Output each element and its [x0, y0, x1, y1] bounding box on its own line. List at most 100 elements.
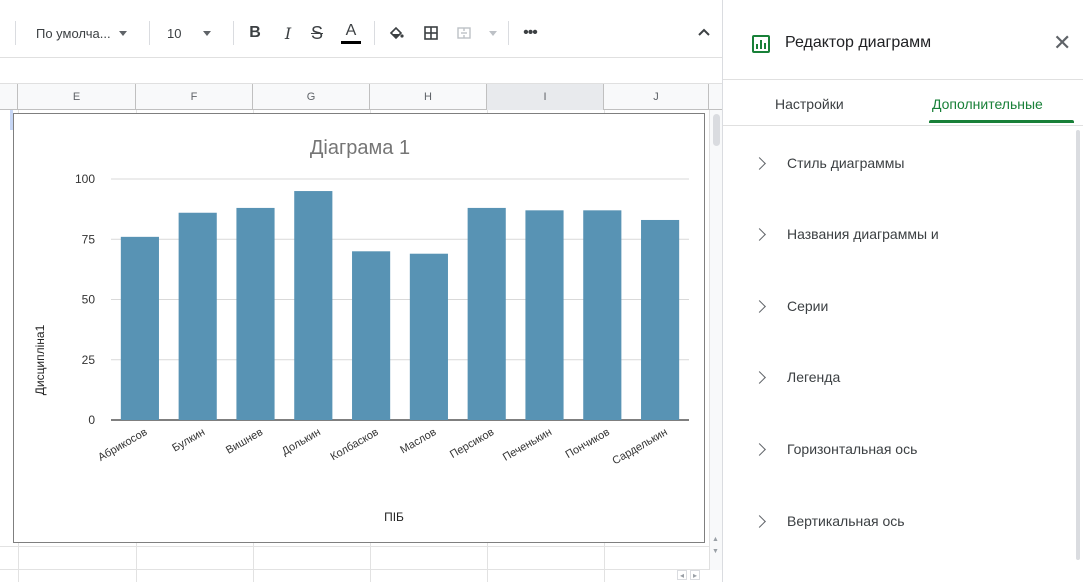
section-label: Горизонтальная ось — [787, 441, 918, 457]
bar-chart: Діаграма 1 Дисципліна1 ПІБ 0 25 50 75 100 Аб… — [33, 137, 689, 524]
chevron-right-icon — [753, 227, 766, 241]
y-tick-label: 25 — [82, 353, 96, 367]
active-tab-indicator — [929, 120, 1074, 123]
collapse-toolbar-button[interactable] — [693, 21, 715, 45]
horizontal-scrollbar[interactable]: ◂ ▸ — [673, 570, 722, 582]
text-color-button[interactable]: A — [340, 21, 362, 45]
x-axis-ticks: Абрикосов Булкин Вишнев Долькин Колбасков Мас… — [96, 426, 669, 467]
bar[interactable] — [294, 191, 333, 420]
text-color-swatch — [341, 41, 361, 44]
section-legend[interactable]: Легенда — [723, 347, 1078, 407]
close-icon[interactable]: ✕ — [1053, 32, 1071, 54]
font-family-value: По умолча... — [36, 25, 111, 41]
chevron-right-icon — [753, 514, 766, 528]
chevron-right-icon — [753, 299, 766, 313]
formula-bar[interactable] — [0, 58, 722, 84]
tab-settings[interactable]: Настройки — [775, 96, 844, 112]
bar[interactable] — [409, 253, 448, 420]
merge-cells-icon — [457, 27, 471, 39]
paint-bucket-icon — [389, 26, 404, 40]
scroll-left-icon[interactable]: ◂ — [677, 570, 687, 580]
toolbar-divider — [508, 21, 509, 45]
scroll-right-icon[interactable]: ▸ — [690, 570, 700, 580]
column-header-g[interactable]: G — [253, 84, 370, 110]
font-family-select[interactable]: По умолча... — [36, 22, 140, 44]
bold-button[interactable]: B — [244, 21, 266, 45]
column-header-j[interactable]: J — [604, 84, 709, 110]
section-chart-style[interactable]: Стиль диаграммы — [723, 133, 1078, 193]
section-vertical-axis[interactable]: Вертикальная ось — [723, 491, 1078, 551]
x-tick-label: Колбасков — [328, 426, 380, 463]
borders-button[interactable] — [420, 21, 442, 45]
toolbar: По умолча... 10 B I S A ••• — [0, 0, 722, 58]
x-tick-label: Печенькин — [501, 426, 554, 464]
grid-line — [0, 569, 709, 570]
column-header-i[interactable]: I — [487, 84, 604, 110]
toolbar-divider — [233, 21, 234, 45]
column-header-e[interactable]: E — [18, 84, 136, 110]
chevron-right-icon — [753, 370, 766, 384]
x-axis-title[interactable]: ПІБ — [384, 510, 404, 524]
bar[interactable] — [236, 207, 275, 420]
y-tick-label: 50 — [82, 293, 96, 307]
fill-color-button[interactable] — [385, 21, 407, 45]
section-label: Серии — [787, 298, 829, 314]
column-header-h[interactable]: H — [370, 84, 487, 110]
italic-button[interactable]: I — [277, 21, 299, 45]
y-tick-label: 75 — [82, 232, 96, 246]
chart[interactable]: Діаграма 1 Дисципліна1 ПІБ 0 25 50 75 100 Аб… — [13, 113, 705, 543]
scroll-up-icon[interactable]: ▲ — [712, 536, 719, 543]
panel-scrollbar[interactable] — [1076, 130, 1080, 560]
row-header-strip — [0, 110, 14, 582]
x-tick-label: Булкин — [170, 426, 207, 454]
vertical-scrollbar[interactable]: ▲ ▼ — [709, 110, 722, 570]
bar[interactable] — [352, 251, 391, 420]
section-horizontal-axis[interactable]: Горизонтальная ось — [723, 419, 1078, 479]
bar[interactable] — [583, 210, 622, 420]
scroll-down-icon[interactable]: ▼ — [712, 548, 719, 555]
y-axis-title[interactable]: Дисципліна1 — [33, 324, 47, 395]
toolbar-divider — [15, 21, 16, 45]
chevron-down-icon — [203, 30, 212, 36]
x-tick-label: Маслов — [398, 426, 438, 456]
scrollbar-thumb[interactable] — [713, 114, 720, 146]
column-header-f[interactable]: F — [136, 84, 253, 110]
font-size-select[interactable]: 10 — [167, 22, 227, 44]
chevron-down-icon — [118, 30, 127, 36]
section-label: Названия диаграммы и — [787, 226, 939, 242]
section-label: Стиль диаграммы — [787, 155, 905, 171]
borders-icon — [424, 26, 438, 40]
tab-customize[interactable]: Дополнительные — [932, 96, 1043, 112]
row-header-corner[interactable] — [0, 84, 18, 110]
strikethrough-button[interactable]: S — [306, 21, 328, 45]
merge-cells-button[interactable] — [453, 21, 475, 45]
chart-bars — [120, 191, 680, 420]
section-chart-titles[interactable]: Названия диаграммы и — [723, 204, 1078, 264]
x-tick-label: Вишнев — [224, 426, 265, 457]
panel-title: Редактор диаграмм — [785, 34, 932, 51]
bar[interactable] — [467, 207, 506, 420]
x-tick-label: Долькин — [280, 426, 323, 458]
x-tick-label: Персиков — [448, 426, 496, 461]
customize-sections: Стиль диаграммы Названия диаграммы и Сер… — [723, 127, 1078, 582]
chart-title[interactable]: Діаграма 1 — [310, 137, 410, 159]
panel-header: Редактор диаграмм ✕ — [723, 0, 1083, 80]
bar[interactable] — [120, 236, 159, 420]
column-headers: E F G H I J — [0, 84, 722, 110]
section-label: Вертикальная ось — [787, 513, 905, 529]
section-label: Легенда — [787, 369, 841, 385]
chart-icon — [752, 35, 770, 53]
bar[interactable] — [641, 219, 680, 420]
bar[interactable] — [178, 212, 217, 420]
x-tick-label: Абрикосов — [96, 426, 149, 464]
grid-line — [0, 546, 709, 547]
more-options-button[interactable]: ••• — [519, 21, 541, 45]
chevron-down-icon — [489, 30, 497, 36]
font-size-value: 10 — [167, 25, 182, 41]
merge-cells-dropdown[interactable] — [482, 21, 504, 45]
chevron-right-icon — [753, 442, 766, 456]
bar[interactable] — [525, 210, 564, 420]
y-tick-label: 0 — [88, 413, 95, 427]
section-series[interactable]: Серии — [723, 276, 1078, 336]
text-color-icon: A — [345, 22, 357, 39]
